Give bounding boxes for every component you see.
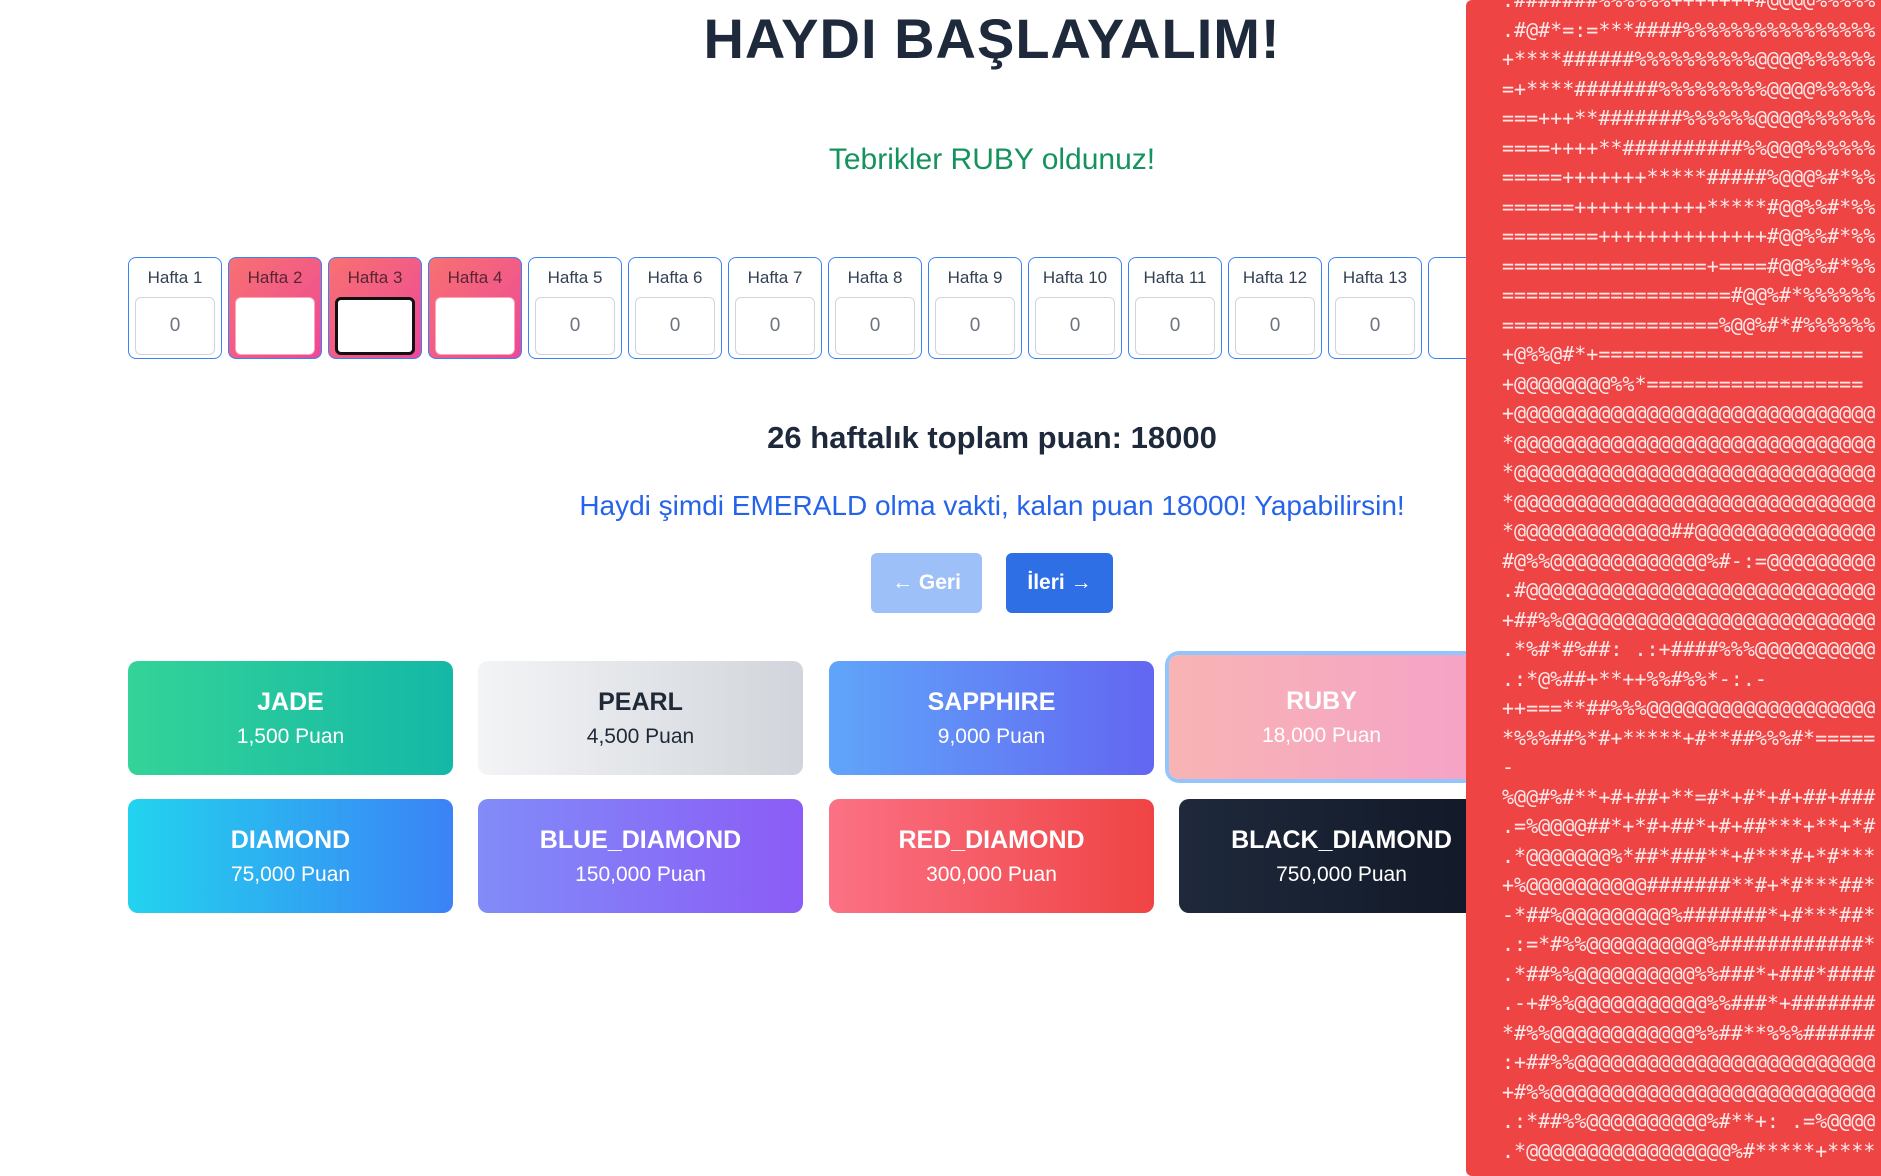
week-label: Hafta 1	[147, 268, 203, 287]
week-label: Hafta 3	[347, 268, 403, 287]
week-card-1: Hafta 1 0	[128, 257, 222, 359]
tier-card-diamond[interactable]: DIAMOND 75,000 Puan	[128, 799, 453, 913]
week-input-4[interactable]	[435, 297, 515, 355]
week-input-5[interactable]: 0	[535, 297, 615, 355]
week-card-11: Hafta 11 0	[1128, 257, 1222, 359]
ascii-art: .#######%%%%%%+++++++#@@@@%%%%% .#@#*=:=…	[1502, 0, 1876, 1163]
week-label: Hafta 2	[247, 268, 303, 287]
week-input-11[interactable]: 0	[1135, 297, 1215, 355]
week-card-5: Hafta 5 0	[528, 257, 622, 359]
tier-name: PEARL	[598, 687, 683, 716]
tier-points: 75,000 Puan	[230, 862, 351, 886]
week-card-10: Hafta 10 0	[1028, 257, 1122, 359]
tier-name: RED_DIAMOND	[898, 825, 1085, 854]
back-button[interactable]: ← Geri	[871, 553, 982, 613]
week-label: Hafta 13	[1342, 268, 1408, 287]
week-input-12[interactable]: 0	[1235, 297, 1315, 355]
tier-name: SAPPHIRE	[927, 687, 1056, 716]
week-label: Hafta 12	[1242, 268, 1308, 287]
week-input-13[interactable]: 0	[1335, 297, 1415, 355]
week-label: Hafta 4	[447, 268, 503, 287]
tier-name: BLACK_DIAMOND	[1231, 825, 1452, 854]
week-input-2[interactable]	[235, 297, 315, 355]
week-label: Hafta 5	[547, 268, 603, 287]
weeks-row: Hafta 1 0 Hafta 2 Hafta 3 Hafta 4 Hafta …	[128, 257, 1468, 361]
week-card-7: Hafta 7 0	[728, 257, 822, 359]
tier-points: 150,000 Puan	[575, 862, 706, 886]
week-card-14-partial	[1428, 257, 1468, 359]
tier-points: 300,000 Puan	[926, 862, 1057, 886]
week-input-3[interactable]	[335, 297, 415, 355]
week-input-9[interactable]: 0	[935, 297, 1015, 355]
week-card-8: Hafta 8 0	[828, 257, 922, 359]
week-input-6[interactable]: 0	[635, 297, 715, 355]
week-label: Hafta 10	[1042, 268, 1108, 287]
week-label: Hafta 6	[647, 268, 703, 287]
week-card-12: Hafta 12 0	[1228, 257, 1322, 359]
tier-name: RUBY	[1286, 686, 1357, 715]
tier-card-ruby[interactable]: RUBY 18,000 Puan	[1169, 655, 1474, 779]
ascii-art-panel: .#######%%%%%%+++++++#@@@@%%%%% .#@#*=:=…	[1466, 0, 1881, 1176]
tier-points: 750,000 Puan	[1276, 862, 1407, 886]
tier-points: 18,000 Puan	[1261, 723, 1382, 747]
week-label: Hafta 11	[1143, 268, 1207, 287]
week-card-13: Hafta 13 0	[1328, 257, 1422, 359]
tier-name: DIAMOND	[230, 825, 351, 854]
tier-points: 1,500 Puan	[236, 724, 345, 748]
week-card-3: Hafta 3	[328, 257, 422, 359]
week-label: Hafta 8	[847, 268, 903, 287]
week-card-6: Hafta 6 0	[628, 257, 722, 359]
tier-card-sapphire[interactable]: SAPPHIRE 9,000 Puan	[829, 661, 1154, 775]
week-card-9: Hafta 9 0	[928, 257, 1022, 359]
tier-name: BLUE_DIAMOND	[539, 825, 742, 854]
tier-card-blue-diamond[interactable]: BLUE_DIAMOND 150,000 Puan	[478, 799, 803, 913]
week-label: Hafta 7	[747, 268, 803, 287]
tier-points: 4,500 Puan	[586, 724, 695, 748]
tier-card-jade[interactable]: JADE 1,500 Puan	[128, 661, 453, 775]
tier-card-black-diamond[interactable]: BLACK_DIAMOND 750,000 Puan	[1179, 799, 1504, 913]
week-label: Hafta 9	[947, 268, 1003, 287]
week-input-1[interactable]: 0	[135, 297, 215, 355]
week-input-8[interactable]: 0	[835, 297, 915, 355]
week-card-2: Hafta 2	[228, 257, 322, 359]
week-card-4: Hafta 4	[428, 257, 522, 359]
tier-points: 9,000 Puan	[937, 724, 1046, 748]
week-input-10[interactable]: 0	[1035, 297, 1115, 355]
next-button[interactable]: İleri →	[1006, 553, 1113, 613]
tier-name: JADE	[257, 687, 324, 716]
tier-card-pearl[interactable]: PEARL 4,500 Puan	[478, 661, 803, 775]
tier-card-red-diamond[interactable]: RED_DIAMOND 300,000 Puan	[829, 799, 1154, 913]
week-input-7[interactable]: 0	[735, 297, 815, 355]
